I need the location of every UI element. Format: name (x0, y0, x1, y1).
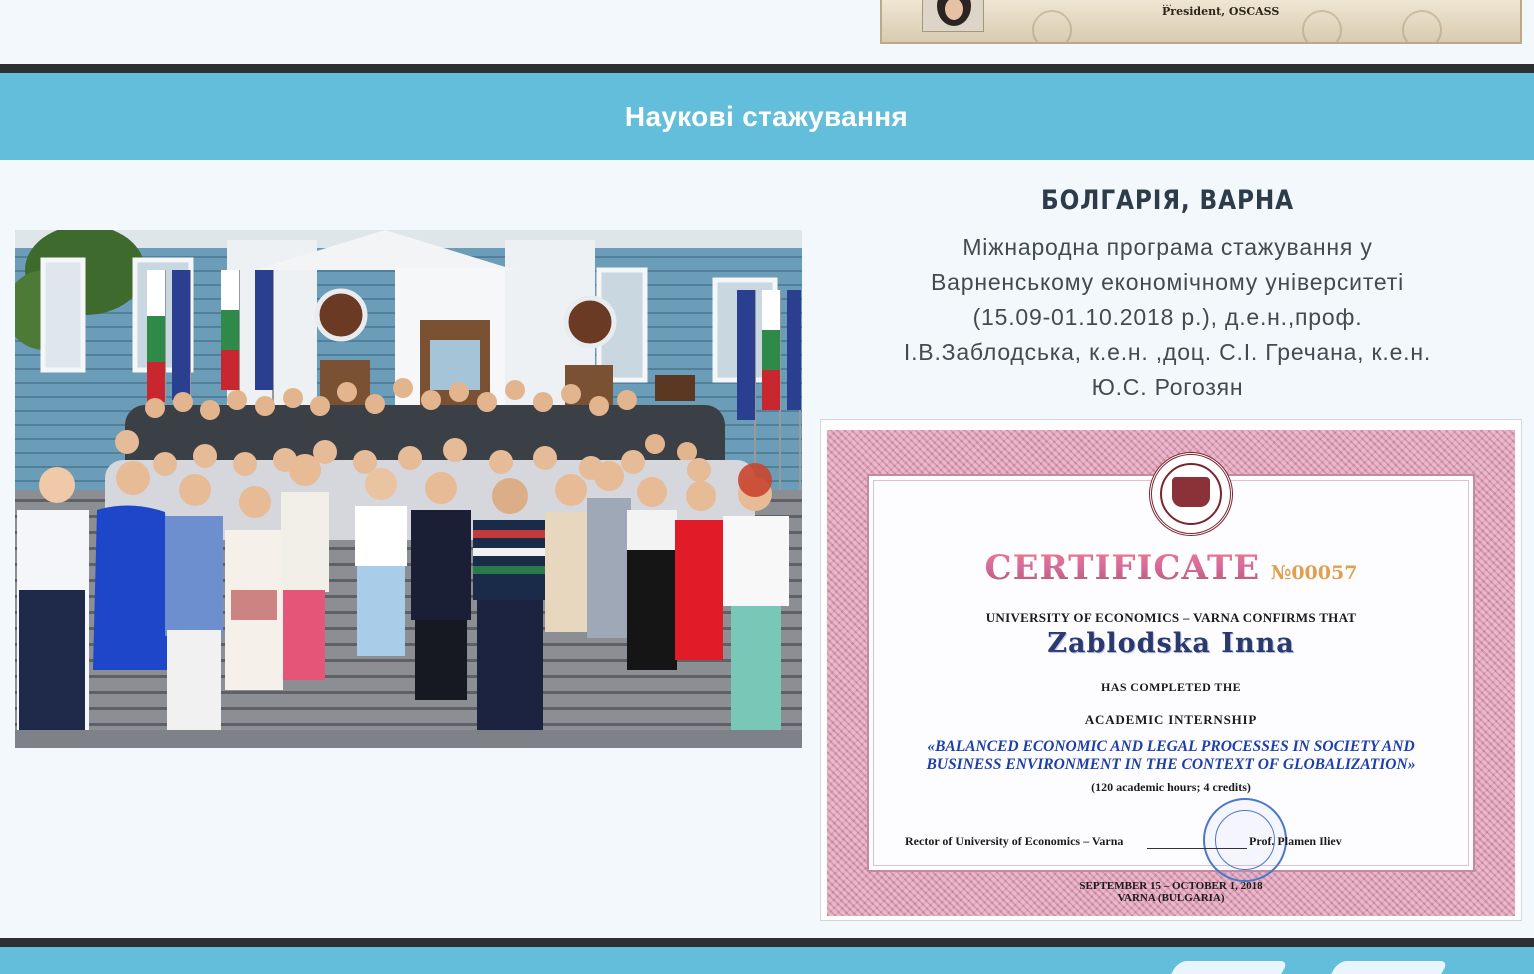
certificate-program: «BALANCED ECONOMIC AND LEGAL PROCESSES I… (869, 738, 1473, 774)
section-divider-top (0, 64, 1534, 73)
portrait-photo (922, 0, 984, 32)
description-line: Міжнародна програма стажування у (962, 234, 1373, 260)
signature-line (1147, 848, 1247, 849)
description-line: Ю.С. Рогозян (1091, 374, 1244, 400)
decorative-shape (1321, 961, 1449, 974)
internship-info: БОЛГАРІЯ, ВАРНА Міжнародна програма стаж… (820, 185, 1515, 405)
certificate-place: VARNA (BULGARIA) (1117, 892, 1225, 904)
section-title-bar: Наукові стажування (0, 73, 1534, 160)
rector-label: Rector of University of Economics – Varn… (905, 834, 1124, 848)
certificate-title: CERTIFICATE №00057 (869, 548, 1473, 588)
section-divider-bottom (0, 938, 1534, 947)
internship-location: БОЛГАРІЯ, ВАРНА (1041, 185, 1294, 216)
certificate-title-word: CERTIFICATE (984, 548, 1261, 588)
certificate-type: ACADEMIC INTERNSHIP (1084, 712, 1258, 727)
certificate-number: №00057 (1270, 562, 1358, 584)
certificate-dates: SEPTEMBER 15 – OCTOBER 1, 2018 (1079, 880, 1263, 892)
certificate-program-line: «BALANCED ECONOMIC AND LEGAL PROCESSES I… (927, 738, 1415, 755)
certificate-ornamental-frame: CERTIFICATE №00057 UNIVERSITY OF ECONOMI… (827, 430, 1515, 916)
certificate-recipient: Zablodska Inna (1047, 628, 1295, 659)
previous-certificate-image: … President, OSCASS (880, 0, 1522, 44)
group-photo-illustration (15, 230, 802, 748)
description-line: І.В.Заблодська, к.е.н. ,доц. С.І. Гречан… (903, 339, 1432, 365)
next-section-bar (0, 947, 1534, 974)
certificate-program-line: BUSINESS ENVIRONMENT IN THE CONTEXT OF G… (926, 756, 1416, 773)
certificate-image: CERTIFICATE №00057 UNIVERSITY OF ECONOMI… (820, 419, 1522, 921)
group-photo (15, 230, 802, 748)
certificate-confirms: UNIVERSITY OF ECONOMICS – VARNA CONFIRMS… (985, 610, 1357, 625)
university-seal-icon (1149, 452, 1233, 536)
certificate-body: CERTIFICATE №00057 UNIVERSITY OF ECONOMI… (867, 452, 1475, 904)
previous-section-tail: … President, OSCASS (0, 0, 1534, 64)
president-label: President, OSCASS (1162, 5, 1280, 18)
decorative-shape (1161, 961, 1289, 974)
description-line: (15.09-01.10.2018 р.), д.е.н.,проф. (972, 304, 1363, 330)
rector-name: Prof. Plamen Iliev (1249, 834, 1342, 848)
internship-description: Міжнародна програма стажування у Варненс… (820, 230, 1515, 405)
certificate-hours: (120 academic hours; 4 credits) (1091, 780, 1251, 794)
certificate-completed: HAS COMPLETED THE (1101, 680, 1241, 694)
section-title: Наукові стажування (624, 100, 909, 132)
description-line: Варненському економічному університеті (931, 269, 1404, 295)
